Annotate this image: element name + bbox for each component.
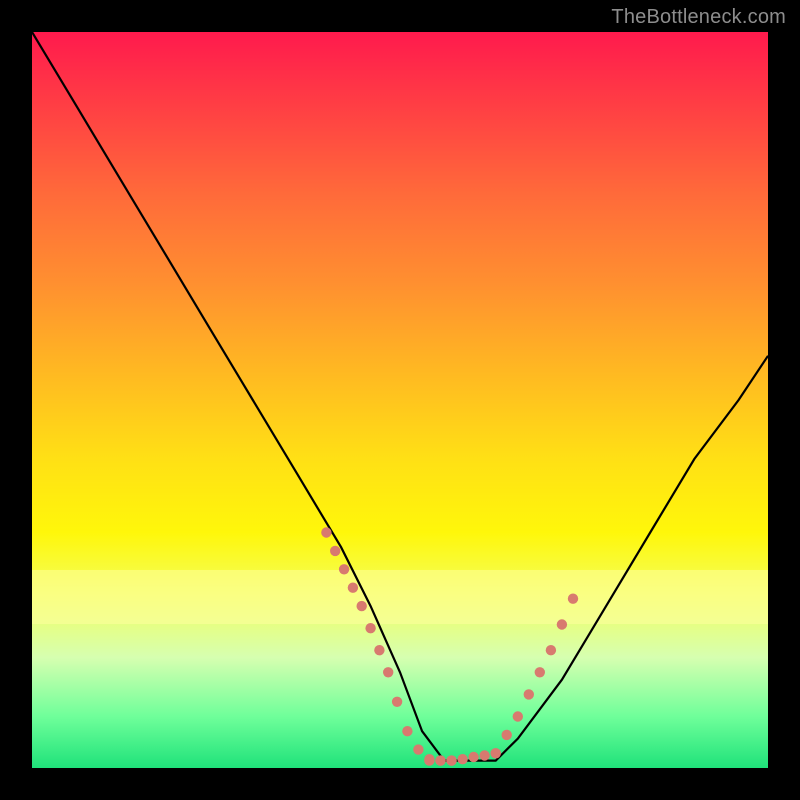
marker-dot xyxy=(546,645,556,655)
marker-dot xyxy=(479,750,489,760)
marker-dot xyxy=(330,546,340,556)
marker-dot xyxy=(339,564,349,574)
watermark-text: TheBottleneck.com xyxy=(611,6,786,29)
marker-dot xyxy=(348,583,358,593)
marker-dot xyxy=(357,601,367,611)
chart-plot-area xyxy=(32,32,768,768)
marker-dot xyxy=(435,755,445,765)
marker-dot xyxy=(383,667,393,677)
bottleneck-curve xyxy=(32,32,768,761)
chart-svg xyxy=(32,32,768,768)
marker-dot xyxy=(365,623,375,633)
marker-dot xyxy=(468,752,478,762)
marker-dot xyxy=(424,755,434,765)
marker-dot xyxy=(491,748,501,758)
marker-dot xyxy=(413,744,423,754)
marker-dot xyxy=(457,754,467,764)
marker-dot xyxy=(513,711,523,721)
marker-dot xyxy=(446,755,456,765)
marker-dot xyxy=(524,689,534,699)
marker-dot xyxy=(392,697,402,707)
marker-dot xyxy=(402,726,412,736)
marker-dot xyxy=(557,619,567,629)
marker-dot xyxy=(568,594,578,604)
marker-dot xyxy=(502,730,512,740)
marker-dot xyxy=(535,667,545,677)
marker-dot xyxy=(321,527,331,537)
marker-dot xyxy=(374,645,384,655)
